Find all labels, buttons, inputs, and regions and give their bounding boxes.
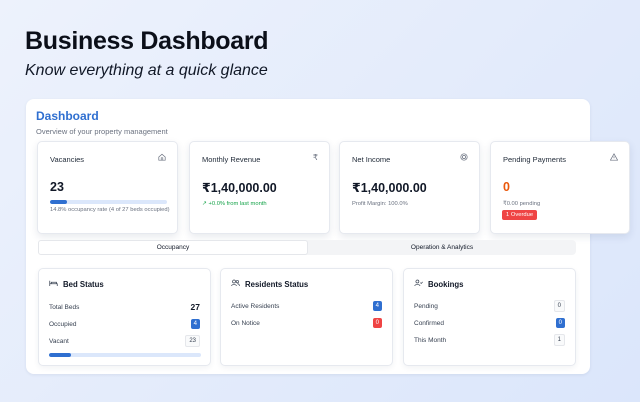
revenue-label: Monthly Revenue: [202, 155, 261, 164]
payments-label: Pending Payments: [503, 155, 566, 164]
bed-occupancy-fill: [49, 353, 72, 357]
vacancies-label: Vacancies: [50, 155, 85, 164]
bed-occupancy-progress: [49, 353, 201, 357]
revenue-note: ↗ +0.0% from last month: [202, 201, 267, 207]
total-beds-label: Total Beds: [49, 303, 80, 311]
tab-operation-analytics[interactable]: Operation & Analytics: [308, 240, 576, 255]
pending-badge: 0: [553, 300, 565, 312]
vacant-label: Vacant: [49, 337, 69, 345]
active-residents-badge: 4: [372, 301, 382, 311]
user-check-icon: [414, 279, 423, 289]
panel-title: Dashboard: [36, 109, 99, 123]
list-item: Vacant 23: [49, 335, 200, 347]
income-note: Profit Margin: 100.0%: [352, 201, 408, 207]
vacant-badge: 23: [185, 335, 200, 347]
occupied-badge: 4: [190, 319, 200, 329]
users-icon: [231, 279, 240, 289]
this-month-label: This Month: [414, 336, 447, 344]
tab-bar: Occupancy Operation & Analytics: [38, 240, 576, 255]
revenue-card[interactable]: Monthly Revenue ₹ ₹1,40,000.00 ↗ +0.0% f…: [189, 141, 330, 234]
list-item: Confirmed 0: [414, 317, 565, 329]
payments-card[interactable]: Pending Payments 0 ₹0.00 pending: [490, 141, 630, 234]
pending-label: Pending: [414, 302, 438, 310]
list-item: Total Beds 27: [49, 301, 200, 313]
on-notice-badge: 0: [372, 318, 382, 328]
occupancy-progress: [50, 200, 167, 204]
tab-occupancy[interactable]: Occupancy: [38, 240, 308, 255]
list-item: This Month 1: [414, 334, 565, 346]
list-item: On Notice 0: [231, 317, 382, 329]
bed-status-title: Bed Status: [63, 279, 104, 289]
panel-subtitle: Overview of your property management: [36, 127, 168, 136]
income-label: Net Income: [352, 155, 391, 164]
active-residents-label: Active Residents: [231, 302, 280, 310]
hero-subtitle: Know everything at a quick glance: [25, 62, 268, 79]
bookings-card: Bookings Pending 0 Confirmed 0 This Mont…: [403, 268, 576, 366]
occupied-label: Occupied: [49, 320, 77, 328]
warning-icon: [609, 153, 619, 163]
revenue-value: ₹1,40,000.00: [202, 181, 277, 195]
overdue-badge: 1 Overdue: [502, 210, 538, 220]
vacancies-card[interactable]: Vacancies 23 14.8% occupancy rate (4 of …: [37, 141, 178, 234]
confirmed-badge: 0: [555, 318, 565, 328]
income-card[interactable]: Net Income ₹1,40,000.00 Profit Margin: 1…: [339, 141, 480, 234]
on-notice-label: On Notice: [231, 319, 260, 327]
payments-note: ₹0.00 pending: [503, 201, 541, 207]
vacancies-value: 23: [50, 180, 64, 194]
confirmed-label: Confirmed: [414, 319, 444, 327]
total-beds-value: 27: [190, 302, 200, 312]
list-item: Occupied 4: [49, 318, 200, 330]
residents-title: Residents Status: [245, 279, 309, 289]
bed-icon: [49, 279, 58, 289]
hero-title: Business Dashboard: [25, 27, 269, 55]
residents-card: Residents Status Active Residents 4 On N…: [220, 268, 393, 366]
vacancies-note: 14.8% occupancy rate (4 of 27 beds occup…: [50, 207, 170, 213]
income-value: ₹1,40,000.00: [352, 181, 427, 195]
list-item: Pending 0: [414, 300, 565, 312]
payments-value: 0: [503, 180, 510, 194]
list-item: Active Residents 4: [231, 300, 382, 312]
home-icon: [158, 153, 166, 163]
bookings-title: Bookings: [428, 279, 464, 289]
target-icon: [460, 153, 468, 163]
rupee-icon: ₹: [312, 153, 318, 162]
bed-status-card: Bed Status Total Beds 27 Occupied 4 Vaca…: [38, 268, 211, 366]
occupancy-progress-fill: [50, 200, 68, 204]
this-month-badge: 1: [553, 334, 565, 346]
